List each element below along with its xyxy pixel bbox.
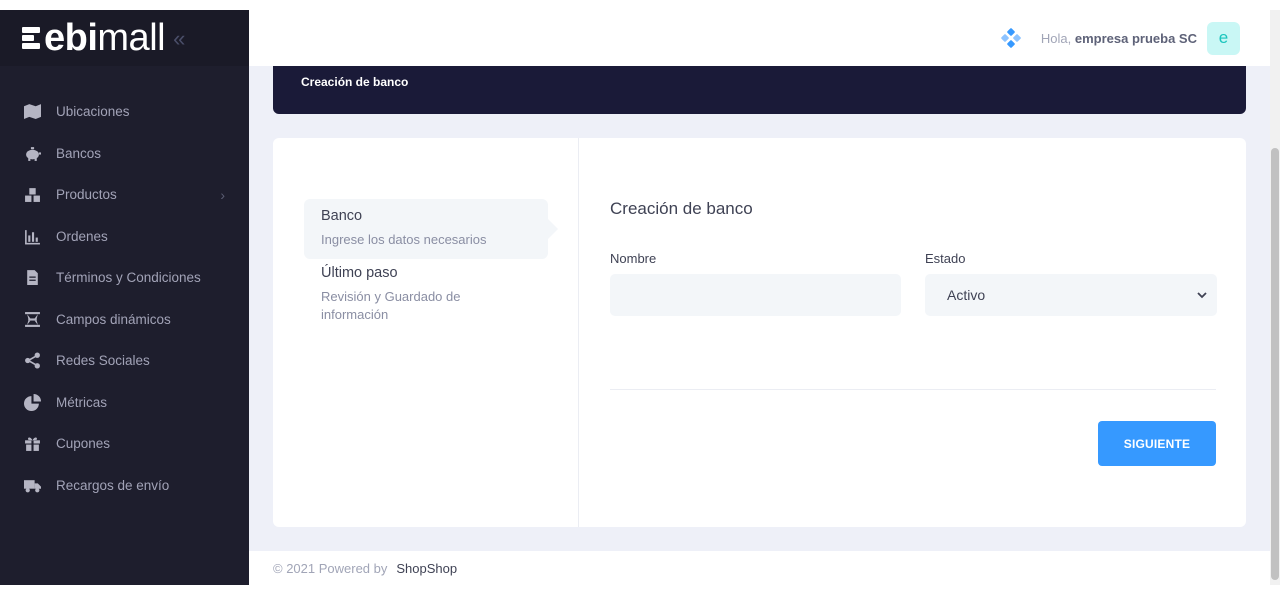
sidebar: ebi mall « Ubicaciones Bancos Productos ›… xyxy=(0,10,249,585)
logo-mark-icon xyxy=(22,27,40,49)
map-icon xyxy=(22,103,42,121)
user-greeting[interactable]: Hola, empresa prueba SC xyxy=(1041,31,1197,46)
copyright-text: © 2021 Powered by xyxy=(273,560,388,576)
chevron-right-icon: › xyxy=(220,186,225,203)
footer: © 2021 Powered by ShopShop xyxy=(249,551,1270,585)
truck-icon xyxy=(22,476,42,494)
wizard-step-ultimo-paso[interactable]: Último paso Revisión y Guardado de infor… xyxy=(304,256,548,333)
main-content: Creación de banco Banco Ingrese los dato… xyxy=(249,66,1270,551)
form-title: Creación de banco xyxy=(610,199,753,218)
form-divider xyxy=(610,389,1216,390)
logo-text-bold: ebi xyxy=(44,17,98,59)
sidebar-item-productos[interactable]: Productos › xyxy=(0,174,249,216)
brand-bar: ebi mall « xyxy=(0,10,249,66)
sidebar-item-label: Productos xyxy=(56,187,117,203)
wizard-step-banco[interactable]: Banco Ingrese los datos necesarios xyxy=(304,199,558,259)
greeting-prefix: Hola, xyxy=(1040,30,1072,46)
gift-icon xyxy=(22,435,42,453)
sidebar-item-cupones[interactable]: Cupones xyxy=(0,423,249,465)
user-name: empresa prueba SC xyxy=(1074,30,1197,46)
sidebar-item-ubicaciones[interactable]: Ubicaciones xyxy=(0,91,249,133)
sidebar-item-label: Redes Sociales xyxy=(56,353,150,369)
footer-brand-link[interactable]: ShopShop xyxy=(396,561,457,576)
fields-icon xyxy=(22,310,42,328)
pie-chart-icon xyxy=(22,393,42,411)
estado-label: Estado xyxy=(925,251,966,266)
sidebar-item-recargos-envio[interactable]: Recargos de envío xyxy=(0,465,249,507)
sidebar-item-campos-dinamicos[interactable]: Campos dinámicos xyxy=(0,299,249,341)
sidebar-item-label: Ubicaciones xyxy=(56,104,130,120)
sidebar-item-label: Bancos xyxy=(56,145,102,161)
sidebar-item-label: Métricas xyxy=(56,394,108,410)
sidebar-item-label: Ordenes xyxy=(56,228,108,244)
wizard-card: Banco Ingrese los datos necesarios Últim… xyxy=(273,138,1246,527)
sidebar-item-bancos[interactable]: Bancos xyxy=(0,133,249,175)
step-description: Revisión y Guardado de información xyxy=(321,289,461,322)
sidebar-item-terminos[interactable]: Términos y Condiciones xyxy=(0,257,249,299)
estado-select[interactable]: Activo xyxy=(925,274,1217,316)
apps-icon[interactable] xyxy=(1000,27,1022,49)
step-description: Ingrese los datos necesarios xyxy=(321,232,487,247)
subheader: Creación de banco xyxy=(273,66,1246,114)
step-title: Último paso xyxy=(321,265,398,281)
sidebar-item-label: Términos y Condiciones xyxy=(56,270,201,286)
sidebar-item-label: Recargos de envío xyxy=(56,477,170,493)
sidebar-item-redes-sociales[interactable]: Redes Sociales xyxy=(0,340,249,382)
chevron-down-icon xyxy=(1197,288,1207,302)
avatar[interactable]: e xyxy=(1207,21,1240,55)
top-header: Hola, empresa prueba SC e xyxy=(249,10,1270,66)
sidebar-item-ordenes[interactable]: Ordenes xyxy=(0,216,249,258)
share-icon xyxy=(22,352,42,370)
sidebar-item-label: Cupones xyxy=(56,436,111,452)
nombre-label: Nombre xyxy=(610,251,657,266)
logo-text-light: mall xyxy=(97,17,166,59)
bar-chart-icon xyxy=(22,227,42,245)
logo[interactable]: ebi mall xyxy=(22,17,166,59)
sidebar-item-label: Campos dinámicos xyxy=(56,311,171,327)
piggy-bank-icon xyxy=(22,144,42,162)
document-icon xyxy=(22,269,42,287)
page-title: Creación de banco xyxy=(301,75,409,89)
boxes-icon xyxy=(22,186,42,204)
collapse-sidebar-icon[interactable]: « xyxy=(173,26,185,52)
sidebar-item-metricas[interactable]: Métricas xyxy=(0,382,249,424)
step-title: Banco xyxy=(321,208,363,224)
page-scrollbar[interactable] xyxy=(1270,10,1280,585)
wizard-steps: Banco Ingrese los datos necesarios Últim… xyxy=(273,138,579,527)
nombre-input[interactable] xyxy=(610,274,901,316)
next-button[interactable]: SIGUIENTE xyxy=(1098,421,1216,466)
sidebar-menu: Ubicaciones Bancos Productos › Ordenes T… xyxy=(0,66,249,506)
scrollbar-thumb[interactable] xyxy=(1271,148,1279,580)
estado-selected-value: Activo xyxy=(947,287,986,303)
